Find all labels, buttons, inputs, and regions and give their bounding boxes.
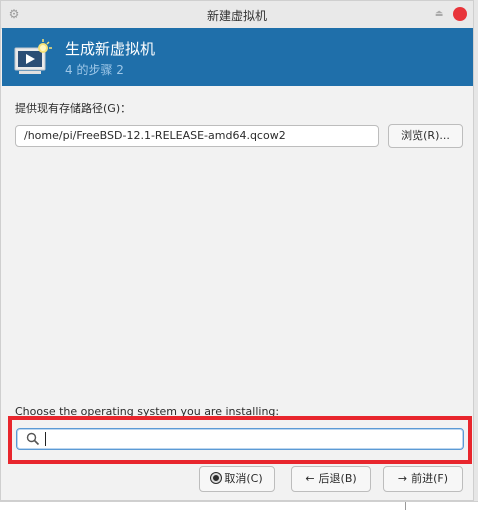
background-strip	[0, 501, 478, 510]
os-label: Choose the operating system you are inst…	[15, 405, 280, 416]
stop-icon	[211, 473, 222, 483]
arrow-left-icon: ←	[305, 472, 315, 485]
back-button[interactable]: ← 后退(B)	[291, 466, 371, 492]
back-label: 后退(B)	[318, 472, 357, 485]
cancel-button[interactable]: 取消(C)	[199, 466, 275, 492]
title-bar[interactable]: ⚙ 新建虚拟机 ⏏	[1, 1, 473, 29]
next-label: 前进(F)	[411, 472, 449, 485]
arrow-right-icon: →	[397, 472, 408, 485]
vm-play-icon	[14, 39, 52, 74]
window-shadow	[474, 0, 478, 509]
highlight-frame	[8, 416, 472, 464]
window-title: 新建虚拟机	[206, 9, 267, 23]
cancel-label: 取消(C)	[224, 472, 263, 485]
eject-icon[interactable]: ⏏	[434, 9, 444, 19]
storage-path-input[interactable]: /home/pi/FreeBSD-12.1-RELEASE-amd64.qcow…	[15, 125, 379, 147]
page-title: 生成新虚拟机	[65, 40, 156, 58]
storage-path-label: 提供现有存储路径(G)：	[15, 102, 132, 115]
step-indicator: 4 的步骤 2	[65, 63, 124, 77]
close-icon[interactable]	[453, 7, 467, 21]
header-banner: 生成新虚拟机 4 的步骤 2	[2, 28, 473, 86]
next-button[interactable]: → 前进(F)	[383, 466, 463, 492]
browse-button[interactable]: 浏览(R)...	[388, 124, 463, 148]
